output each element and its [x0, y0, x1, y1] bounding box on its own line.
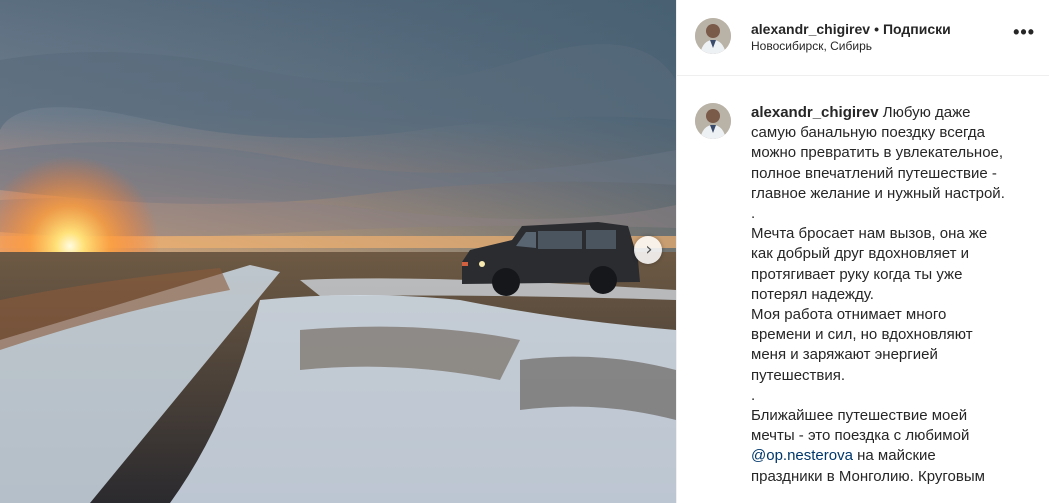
caption-line: времени и сил, но вдохновляют [751, 326, 973, 344]
avatar[interactable] [695, 103, 731, 139]
caption-line: . [751, 386, 756, 404]
caption-line: главное желание и нужный настрой. [751, 184, 1005, 202]
caption-line: протягивает руку когда ты уже [751, 265, 963, 283]
caption-line: полное впечатлений путешествие - [751, 164, 997, 182]
more-options-icon[interactable]: ••• [1013, 22, 1035, 43]
caption-line: потерял надежду. [751, 285, 874, 303]
caption-line: Мечта бросает нам вызов, она же [751, 225, 988, 243]
header-title: alexandr_chigirev • Подписки [751, 21, 951, 37]
caption-line: как добрый друг вдохновляет и [751, 245, 969, 263]
caption-line: Любую даже [882, 104, 971, 121]
caption-line: меня и заряжают энергией [751, 346, 938, 364]
post-header: alexandr_chigirev • Подписки Новосибирск, … [677, 0, 1049, 76]
mention-link[interactable]: @op.nesterova [751, 447, 853, 464]
winter-sunset-image [0, 0, 676, 503]
profile-photo-icon [695, 103, 731, 139]
caption-line: на майские [852, 447, 936, 465]
location-link[interactable]: Новосибирск, Сибирь [751, 39, 872, 53]
caption-line: путешествия. [751, 366, 846, 384]
chevron-right-icon: › [645, 239, 653, 260]
separator-dot: • [874, 21, 879, 37]
post-photo[interactable]: › [0, 0, 676, 503]
caption-line: можно превратить в увлекательное, [751, 144, 1004, 162]
caption-line: праздники в Монголию. Круговым [751, 467, 985, 485]
caption-line: самую банальную поездку всегда [751, 124, 985, 142]
caption-line: Ближайшее путешествие моей [751, 407, 968, 425]
caption-username[interactable]: alexandr_chigirev [751, 104, 879, 121]
caption-line: мечты - это поездка с любимой [751, 427, 970, 445]
carousel-next-button[interactable]: › [634, 236, 662, 264]
avatar[interactable] [695, 18, 731, 54]
caption-text: alexandr_chigirev Любую даже самую банал… [751, 103, 1031, 487]
profile-photo-icon [695, 18, 731, 54]
caption-line: . [751, 205, 756, 223]
caption-line: Моя работа отнимает много [751, 306, 947, 324]
following-button[interactable]: Подписки [883, 21, 951, 37]
header-username[interactable]: alexandr_chigirev [751, 21, 870, 37]
post-side-panel: alexandr_chigirev • Подписки Новосибирск, … [676, 0, 1049, 503]
caption-comment [677, 76, 1049, 139]
